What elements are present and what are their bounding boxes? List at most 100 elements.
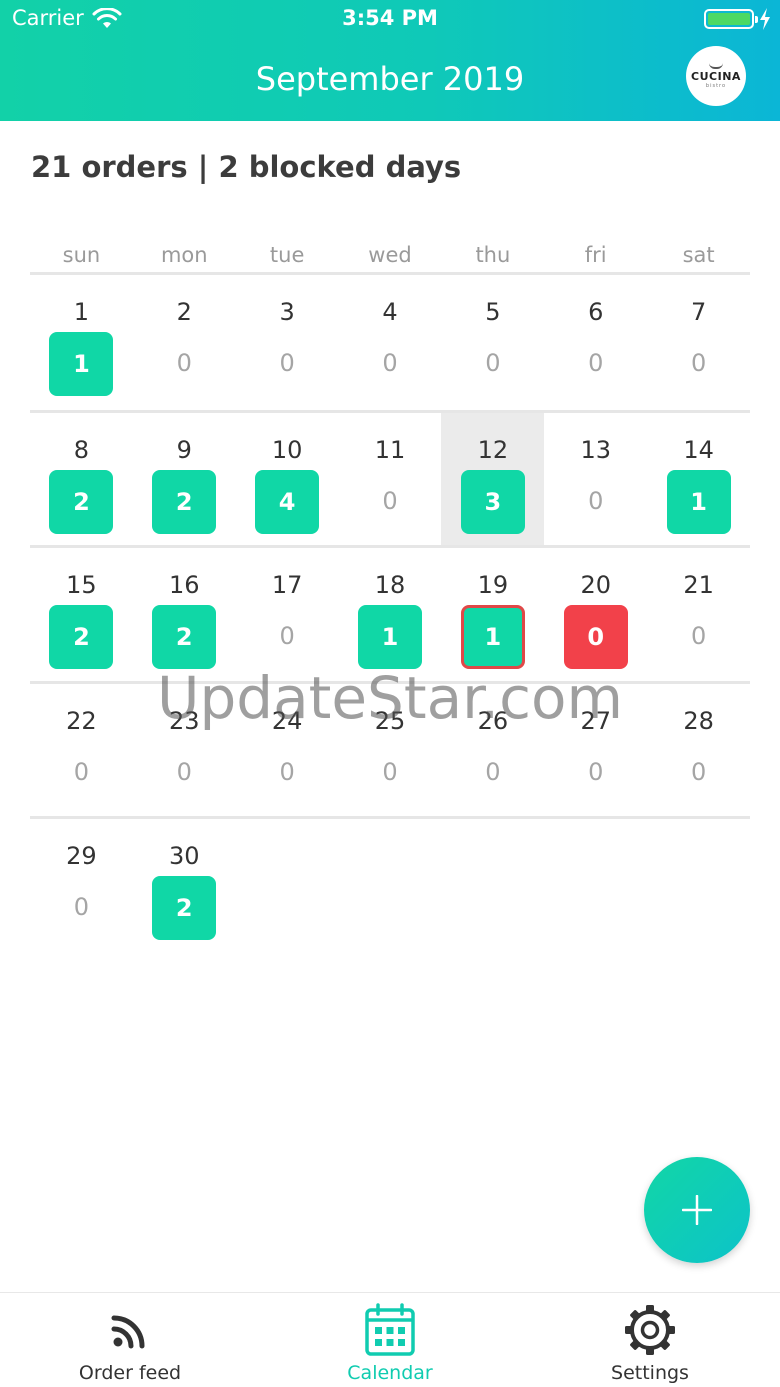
tab-label: Settings — [611, 1362, 689, 1384]
day-number: 30 — [169, 842, 200, 870]
order-count: 0 — [690, 758, 707, 786]
order-count-badge: 2 — [49, 470, 114, 534]
calendar-day-cell[interactable]: 60 — [544, 278, 647, 411]
day-number: 2 — [176, 298, 192, 326]
order-count: 0 — [176, 349, 192, 377]
order-count-badge: 3 — [460, 470, 525, 534]
order-count: 0 — [176, 758, 192, 786]
orders-summary: 21 orders | 2 blocked days — [31, 150, 462, 184]
order-count: 0 — [279, 758, 295, 786]
day-number: 19 — [477, 571, 509, 599]
day-number: 5 — [485, 298, 501, 326]
battery-icon — [704, 9, 758, 29]
order-count: 0 — [588, 487, 604, 515]
calendar-day-cell[interactable]: 20 0 — [544, 548, 647, 681]
order-count: 0 — [690, 349, 707, 377]
charging-bolt-icon — [760, 8, 770, 30]
calendar-day-cell[interactable]: 14 1 — [647, 413, 750, 546]
tab-calendar[interactable]: Calendar — [260, 1293, 520, 1387]
calendar-day-cell[interactable]: 17 0 — [236, 548, 339, 681]
calendar-day-cell[interactable]: 82 — [30, 413, 133, 546]
calendar-day-cell[interactable]: 18 1 — [339, 548, 442, 681]
order-count: 0 — [485, 758, 501, 786]
calendar-day-cell[interactable]: 28 0 — [647, 684, 750, 817]
day-number: 26 — [477, 707, 509, 735]
calendar-day-cell[interactable]: 12 3 — [441, 413, 545, 546]
order-count: 0 — [588, 758, 604, 786]
calendar-day-cell[interactable]: 40 — [339, 278, 442, 411]
weekday-label: mon — [160, 243, 208, 267]
day-number: 16 — [169, 571, 200, 599]
day-number: 15 — [66, 571, 97, 599]
calendar-day-cell[interactable]: 30 2 — [133, 819, 236, 952]
logo-text: CUCINA — [691, 70, 741, 83]
order-count-badge: 1 — [666, 470, 731, 534]
calendar-empty-cell — [441, 819, 544, 952]
day-number: 21 — [683, 571, 714, 599]
calendar-day-cell[interactable]: 92 — [133, 413, 236, 546]
weekday-label: tue — [269, 243, 305, 267]
calendar-day-cell[interactable]: 13 0 — [544, 413, 647, 546]
day-number: 4 — [382, 298, 398, 326]
calendar-week-row: 11203040506070 — [30, 278, 750, 411]
calendar-day-cell[interactable]: 11 0 — [339, 413, 442, 546]
order-count-badge: 2 — [152, 470, 217, 534]
calendar-week-row: 15 2 16 2 17 0 18 1 19 1 20 0 21 0 — [30, 545, 750, 681]
calendar-day-cell[interactable]: 23 0 — [133, 684, 236, 817]
calendar-day-cell[interactable]: 25 0 — [339, 684, 442, 817]
month-title[interactable]: September 2019 — [0, 60, 780, 98]
calendar-day-cell[interactable]: 50 — [441, 278, 544, 411]
calendar-empty-cell — [647, 819, 750, 952]
day-number: 23 — [169, 707, 200, 735]
calendar-day-cell[interactable]: 11 — [30, 278, 133, 411]
calendar-day-cell[interactable]: 70 — [647, 278, 750, 411]
rss-icon — [111, 1315, 145, 1349]
day-number: 27 — [580, 707, 611, 735]
gear-icon — [625, 1305, 675, 1355]
calendar-day-cell[interactable]: 20 — [133, 278, 236, 411]
app-header: Carrier 3:54 PM September 2019 CUCINA bi… — [0, 0, 780, 121]
tab-label: Calendar — [347, 1362, 433, 1384]
day-number: 29 — [66, 842, 97, 870]
tab-bar: Order feed Calendar Settings — [0, 1292, 780, 1387]
calendar-week-row: 22 0 23 0 24 0 25 0 26 0 27 0 28 0 — [30, 681, 750, 817]
order-count-badge: 2 — [152, 605, 217, 669]
day-number: 8 — [73, 436, 90, 464]
tab-settings[interactable]: Settings — [520, 1293, 780, 1387]
tab-order-feed[interactable]: Order feed — [0, 1293, 260, 1387]
order-count-badge-blocked: 1 — [460, 605, 525, 669]
day-number: 7 — [690, 298, 707, 326]
day-number: 25 — [374, 707, 406, 735]
calendar-empty-cell — [236, 819, 339, 952]
order-count: 0 — [279, 349, 295, 377]
calendar-day-cell[interactable]: 22 0 — [30, 684, 133, 817]
order-count: 0 — [382, 349, 398, 377]
order-count: 0 — [382, 758, 398, 786]
day-number: 22 — [66, 707, 97, 735]
calendar-day-cell[interactable]: 21 0 — [647, 548, 750, 681]
calendar-day-cell[interactable]: 30 — [236, 278, 339, 411]
tab-label: Order feed — [78, 1362, 182, 1384]
blocked-day-badge: 0 — [563, 605, 628, 669]
calendar-day-cell[interactable]: 10 4 — [236, 413, 339, 546]
order-count: 0 — [485, 349, 501, 377]
calendar-day-cell[interactable]: 27 0 — [544, 684, 647, 817]
logo-mark-icon — [709, 63, 723, 69]
restaurant-logo[interactable]: CUCINA bistro — [686, 46, 746, 106]
weekday-label: sun — [62, 243, 101, 267]
weekday-label: sat — [682, 243, 715, 267]
order-count-badge: 2 — [49, 605, 114, 669]
order-count-badge: 1 — [358, 605, 422, 669]
order-count-badge: 1 — [49, 332, 114, 396]
calendar-day-cell[interactable]: 29 0 — [30, 819, 133, 952]
calendar-day-cell[interactable]: 16 2 — [133, 548, 236, 681]
order-count: 0 — [73, 893, 90, 921]
calendar-day-cell[interactable]: 26 0 — [441, 684, 544, 817]
add-order-button[interactable] — [644, 1157, 750, 1263]
calendar-day-cell[interactable]: 24 0 — [236, 684, 339, 817]
weekday-header-row: sun mon tue wed thu fri sat — [30, 243, 750, 275]
calendar-week-row: 29 0 30 2 — [30, 816, 750, 952]
day-number: 14 — [683, 436, 714, 464]
calendar-day-cell[interactable]: 19 1 — [441, 548, 544, 681]
calendar-day-cell[interactable]: 15 2 — [30, 548, 133, 681]
